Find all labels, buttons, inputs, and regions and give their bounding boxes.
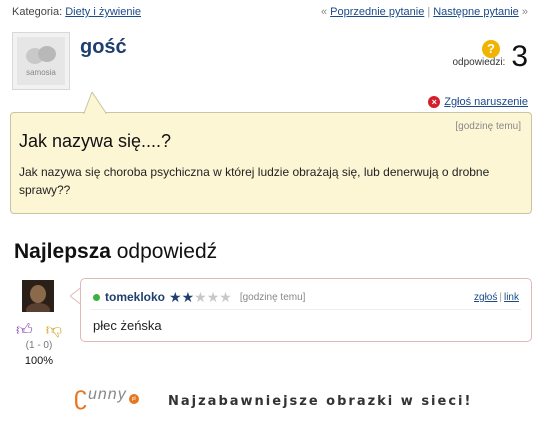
answer-links: zgłoś | link bbox=[474, 292, 519, 303]
answers-count-badge: odpowiedzi: 3 ? bbox=[452, 40, 528, 73]
topbar: Kategoria: Diety i żywienie « Poprzednie… bbox=[12, 6, 528, 18]
answer-permalink[interactable]: link bbox=[504, 292, 519, 303]
category-label: Kategoria: bbox=[12, 6, 63, 18]
next-arrow-icon: » bbox=[521, 6, 528, 18]
answer-time: [godzinę temu] bbox=[239, 291, 306, 303]
answers-label: odpowiedzi: bbox=[452, 57, 506, 68]
report-violation[interactable]: × Zgłoś naruszenie bbox=[428, 96, 528, 108]
answer-links-separator: | bbox=[499, 292, 502, 303]
best-answer-heading-bold: Najlepsza bbox=[14, 240, 111, 263]
next-question-link[interactable]: Następne pytanie bbox=[433, 6, 519, 18]
question-mark-icon: ? bbox=[482, 40, 500, 58]
answerer-avatar-image bbox=[22, 280, 54, 312]
funny-pl-logo[interactable]: ʗ unny pl bbox=[74, 382, 139, 408]
vote-percent: 100% bbox=[24, 355, 54, 367]
asker-avatar: samosia bbox=[12, 32, 70, 90]
funny-logo-suffix: pl bbox=[128, 394, 139, 404]
funny-logo-swirl: ʗ bbox=[74, 380, 87, 410]
report-icon: × bbox=[428, 96, 441, 108]
funny-logo-word: unny bbox=[88, 386, 127, 403]
best-answer-box: tomekloko ★ ★ ★ ★ ★ [godzinę temu] zgłoś | lin… bbox=[80, 278, 532, 342]
prev-arrow-icon: « bbox=[320, 6, 328, 18]
thumb-down-icon[interactable]: 👎︎ bbox=[46, 321, 62, 340]
question-time: [godzinę temu] bbox=[455, 121, 521, 132]
samosia-logo: samosia bbox=[17, 37, 65, 85]
asker-name: gość bbox=[80, 36, 127, 58]
prev-question-link[interactable]: Poprzednie pytanie bbox=[330, 6, 424, 18]
nav-separator: | bbox=[427, 6, 431, 18]
vote-buttons: 👍︎ 👎︎ bbox=[16, 321, 62, 340]
avatar-logo-text: samosia bbox=[26, 67, 56, 77]
answer-divider bbox=[91, 309, 521, 310]
thumb-up-icon[interactable]: 👍︎ bbox=[16, 321, 33, 340]
answer-header: tomekloko ★ ★ ★ ★ ★ [godzinę temu] bbox=[93, 290, 305, 304]
question-pointer bbox=[83, 92, 107, 114]
star-filled-icon: ★ bbox=[181, 289, 195, 305]
category-link[interactable]: Diety i żywienie bbox=[65, 6, 141, 18]
vote-count: (1 - 0) bbox=[25, 340, 53, 351]
speech-bubbles-icon bbox=[24, 45, 58, 66]
answerer-avatar[interactable] bbox=[22, 280, 54, 312]
answerer-name[interactable]: tomekloko bbox=[105, 290, 165, 304]
answer-report-link[interactable]: zgłoś bbox=[474, 292, 497, 303]
question-navigation: « Poprzednie pytanie | Następne pytanie » bbox=[321, 6, 528, 18]
question-title: Jak nazywa się....? bbox=[19, 131, 172, 151]
answers-count: 3 bbox=[511, 40, 528, 73]
question-box: [godzinę temu] Jak nazywa się....? Jak n… bbox=[10, 112, 532, 214]
star-filled-icon: ★ bbox=[169, 289, 182, 305]
online-status-icon bbox=[93, 293, 100, 301]
star-empty-icon: ★ bbox=[206, 289, 220, 305]
best-answer-heading-rest: odpowiedź bbox=[116, 240, 218, 263]
star-empty-icon: ★ bbox=[194, 289, 207, 305]
answer-text: płec żeńska bbox=[93, 318, 162, 333]
user-rating: ★ ★ ★ ★ ★ bbox=[169, 290, 232, 304]
question-body: Jak nazywa się choroba psychiczna w któr… bbox=[19, 165, 490, 197]
report-violation-link[interactable]: Zgłoś naruszenie bbox=[444, 96, 528, 108]
best-answer-heading: Najlepsza odpowiedź bbox=[14, 240, 217, 264]
footer-tagline: Najzabawniejsze obrazki w sieci! bbox=[168, 394, 473, 409]
star-empty-icon: ★ bbox=[219, 289, 232, 305]
